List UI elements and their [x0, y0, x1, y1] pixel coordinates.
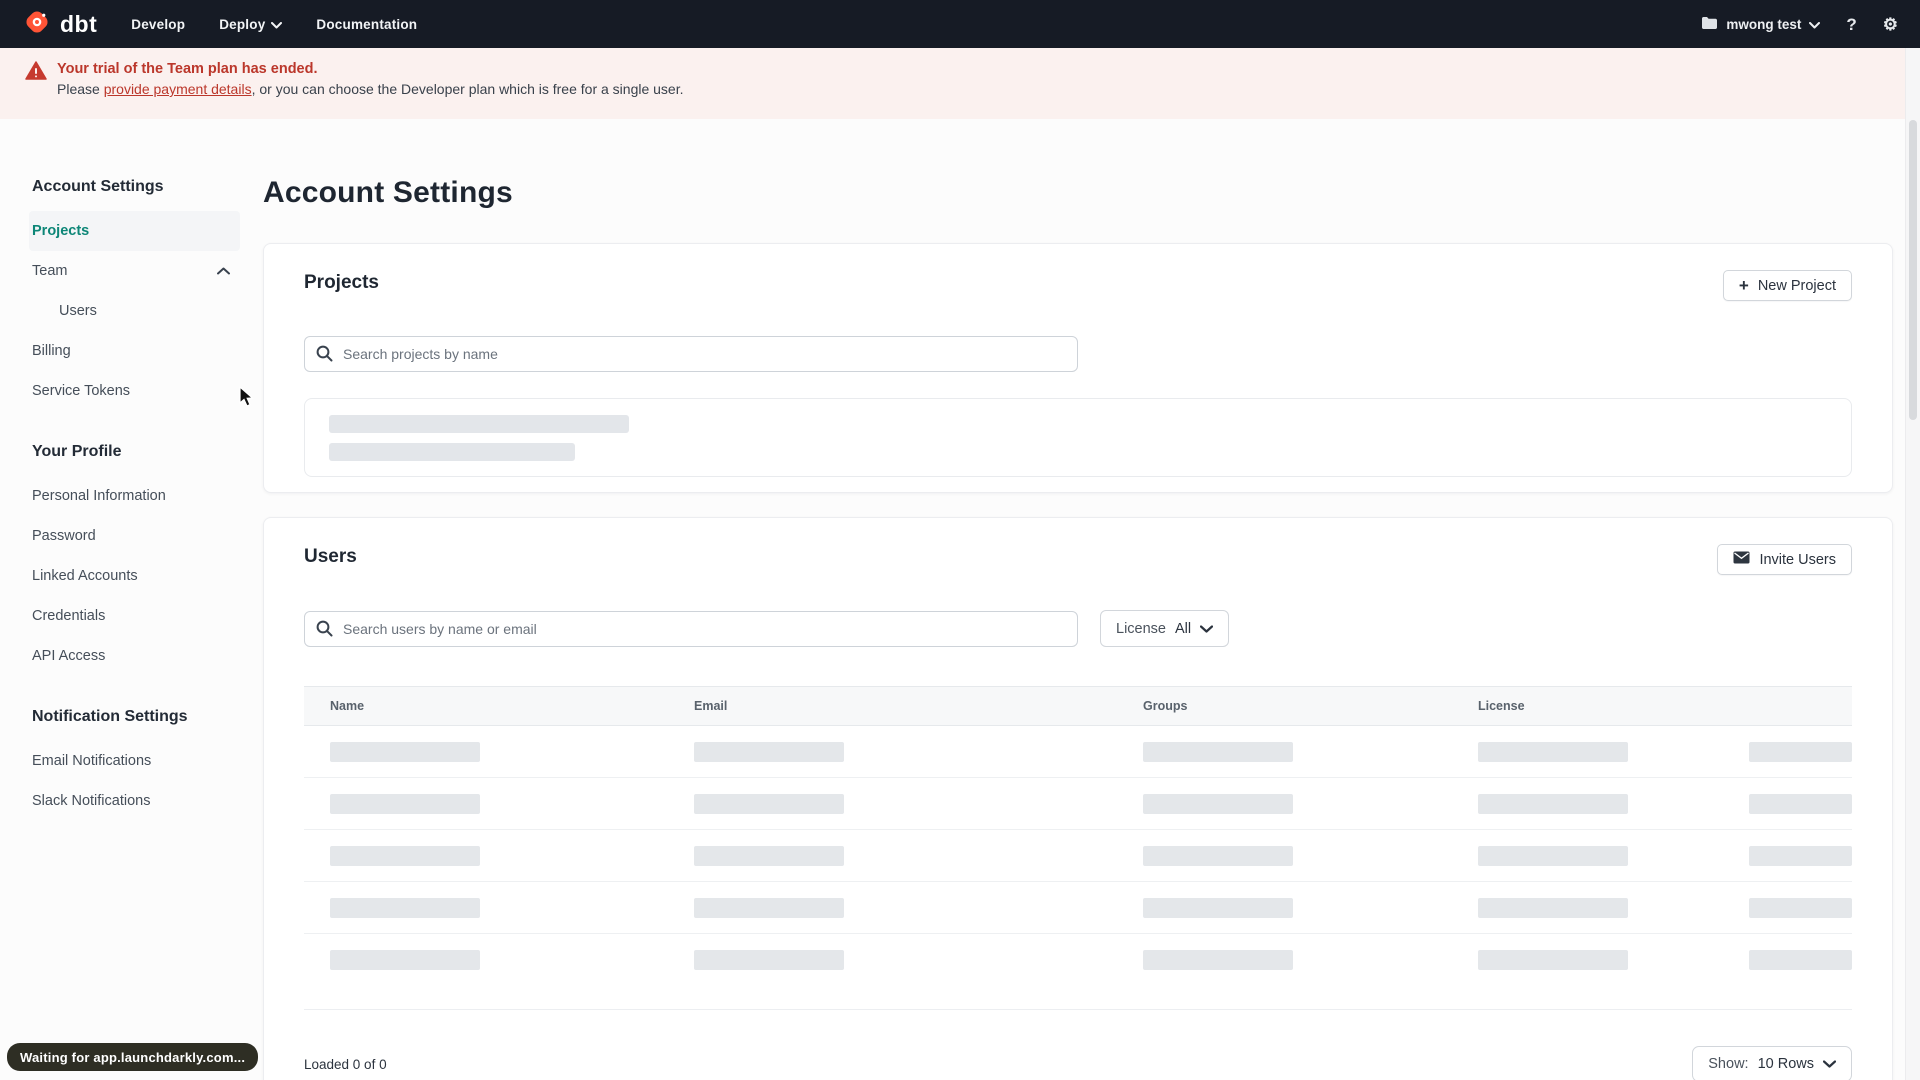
scrollbar-thumb[interactable] [1909, 120, 1917, 420]
sidebar-item-linked-accounts[interactable]: Linked Accounts [29, 556, 240, 596]
projects-search-input[interactable] [304, 336, 1078, 372]
projects-section: Projects + New Project [263, 243, 1893, 493]
skeleton-bar [1143, 950, 1293, 970]
skeleton-bar [1749, 793, 1852, 814]
dbt-logo-icon [22, 7, 52, 42]
warning-triangle-icon [25, 61, 47, 119]
menu-develop[interactable]: Develop [131, 17, 185, 32]
sidebar-item-email-notifications[interactable]: Email Notifications [29, 741, 240, 781]
skeleton-bar [1749, 845, 1852, 866]
skeleton-bar [1143, 897, 1293, 918]
table-spacer [304, 986, 1852, 1009]
skeleton-bar [694, 950, 844, 970]
search-icon [316, 345, 333, 367]
browser-status-bubble: Waiting for app.launchdarkly.com... [7, 1043, 259, 1071]
skeleton-bar [1749, 950, 1852, 970]
chevron-up-icon [217, 263, 230, 279]
sidebar-item-password[interactable]: Password [29, 516, 240, 556]
sidebar-item-projects[interactable]: Projects [29, 211, 240, 251]
skeleton-bar [1478, 741, 1628, 762]
skeleton-bar [694, 897, 844, 918]
skeleton-bar [1749, 897, 1852, 918]
column-header-name: Name [330, 699, 365, 713]
page-title: Account Settings [263, 176, 513, 209]
users-table-header: Name Email Groups License [304, 686, 1852, 726]
sidebar-heading-notification-settings: Notification Settings [32, 708, 188, 725]
users-table-skeleton-row [304, 882, 1852, 934]
invite-users-button[interactable]: Invite Users [1717, 544, 1852, 575]
users-search [304, 610, 1078, 647]
skeleton-bar [694, 741, 844, 762]
skeleton-bar [330, 897, 480, 918]
skeleton-bar [1143, 741, 1293, 762]
skeleton-bar [1749, 741, 1852, 762]
chevron-down-icon [1200, 621, 1214, 637]
users-table-skeleton-row [304, 934, 1852, 986]
sidebar-item-credentials[interactable]: Credentials [29, 596, 240, 636]
users-table: Name Email Groups License [304, 686, 1852, 1010]
sidebar-item-billing[interactable]: Billing [29, 331, 240, 371]
projects-search [304, 336, 1078, 372]
chevron-down-icon [1822, 1056, 1837, 1072]
users-table-skeleton-row [304, 778, 1852, 830]
app-window: dbt Develop Deploy Documentation mwong t… [0, 0, 1920, 1080]
plus-icon: + [1738, 276, 1749, 295]
users-section-title: Users [304, 546, 357, 567]
users-table-skeleton-row [304, 830, 1852, 882]
sidebar-item-personal-information[interactable]: Personal Information [29, 476, 240, 516]
users-table-skeleton-row [304, 726, 1852, 778]
skeleton-bar [1478, 950, 1628, 970]
users-section: Users Invite Users License All [263, 517, 1893, 1080]
column-header-groups: Groups [1143, 699, 1188, 713]
users-table-body [304, 726, 1852, 986]
dbt-logo-text: dbt [60, 10, 98, 37]
sidebar-item-service-tokens[interactable]: Service Tokens [29, 371, 240, 411]
envelope-icon [1733, 551, 1750, 568]
dbt-logo[interactable]: dbt [22, 7, 97, 42]
mouse-cursor [238, 385, 256, 413]
users-search-input[interactable] [304, 610, 1078, 647]
sidebar-heading-your-profile: Your Profile [32, 443, 122, 460]
skeleton-bar [1478, 793, 1628, 814]
skeleton-bar [330, 741, 480, 762]
projects-section-title: Projects [304, 272, 379, 293]
sidebar-item-users[interactable]: Users [29, 291, 240, 331]
search-icon [316, 620, 333, 642]
skeleton-bar [330, 793, 480, 814]
users-table-footer: Loaded 0 of 0 Show: 10 Rows [304, 1046, 1852, 1080]
skeleton-bar [330, 845, 480, 866]
skeleton-bar [1478, 897, 1628, 918]
settings-sidebar: Account Settings Projects Team Users Bil… [29, 176, 240, 821]
skeleton-bar [1143, 845, 1293, 866]
projects-loading-skeleton [304, 398, 1852, 477]
column-header-license: License [1478, 699, 1525, 713]
new-project-button[interactable]: + New Project [1722, 270, 1852, 301]
skeleton-bar [1143, 793, 1293, 814]
vertical-scrollbar[interactable] [1905, 48, 1920, 1080]
skeleton-bar [694, 845, 844, 866]
column-header-email: Email [694, 699, 728, 713]
skeleton-bar [329, 415, 629, 433]
main-content: Account Settings Projects + New Project [263, 0, 1893, 1080]
skeleton-bar [1478, 845, 1628, 866]
skeleton-bar [329, 443, 575, 461]
skeleton-bar [694, 793, 844, 814]
license-filter-dropdown[interactable]: License All [1100, 610, 1230, 647]
loaded-count: Loaded 0 of 0 [304, 1056, 387, 1072]
sidebar-heading-account-settings: Account Settings [32, 178, 164, 195]
sidebar-item-team[interactable]: Team [29, 251, 240, 291]
skeleton-bar [330, 950, 480, 970]
sidebar-item-slack-notifications[interactable]: Slack Notifications [29, 781, 240, 821]
rows-per-page-dropdown[interactable]: Show: 10 Rows [1692, 1046, 1852, 1080]
sidebar-item-api-access[interactable]: API Access [29, 636, 240, 676]
payment-details-link[interactable]: provide payment details [104, 81, 252, 97]
